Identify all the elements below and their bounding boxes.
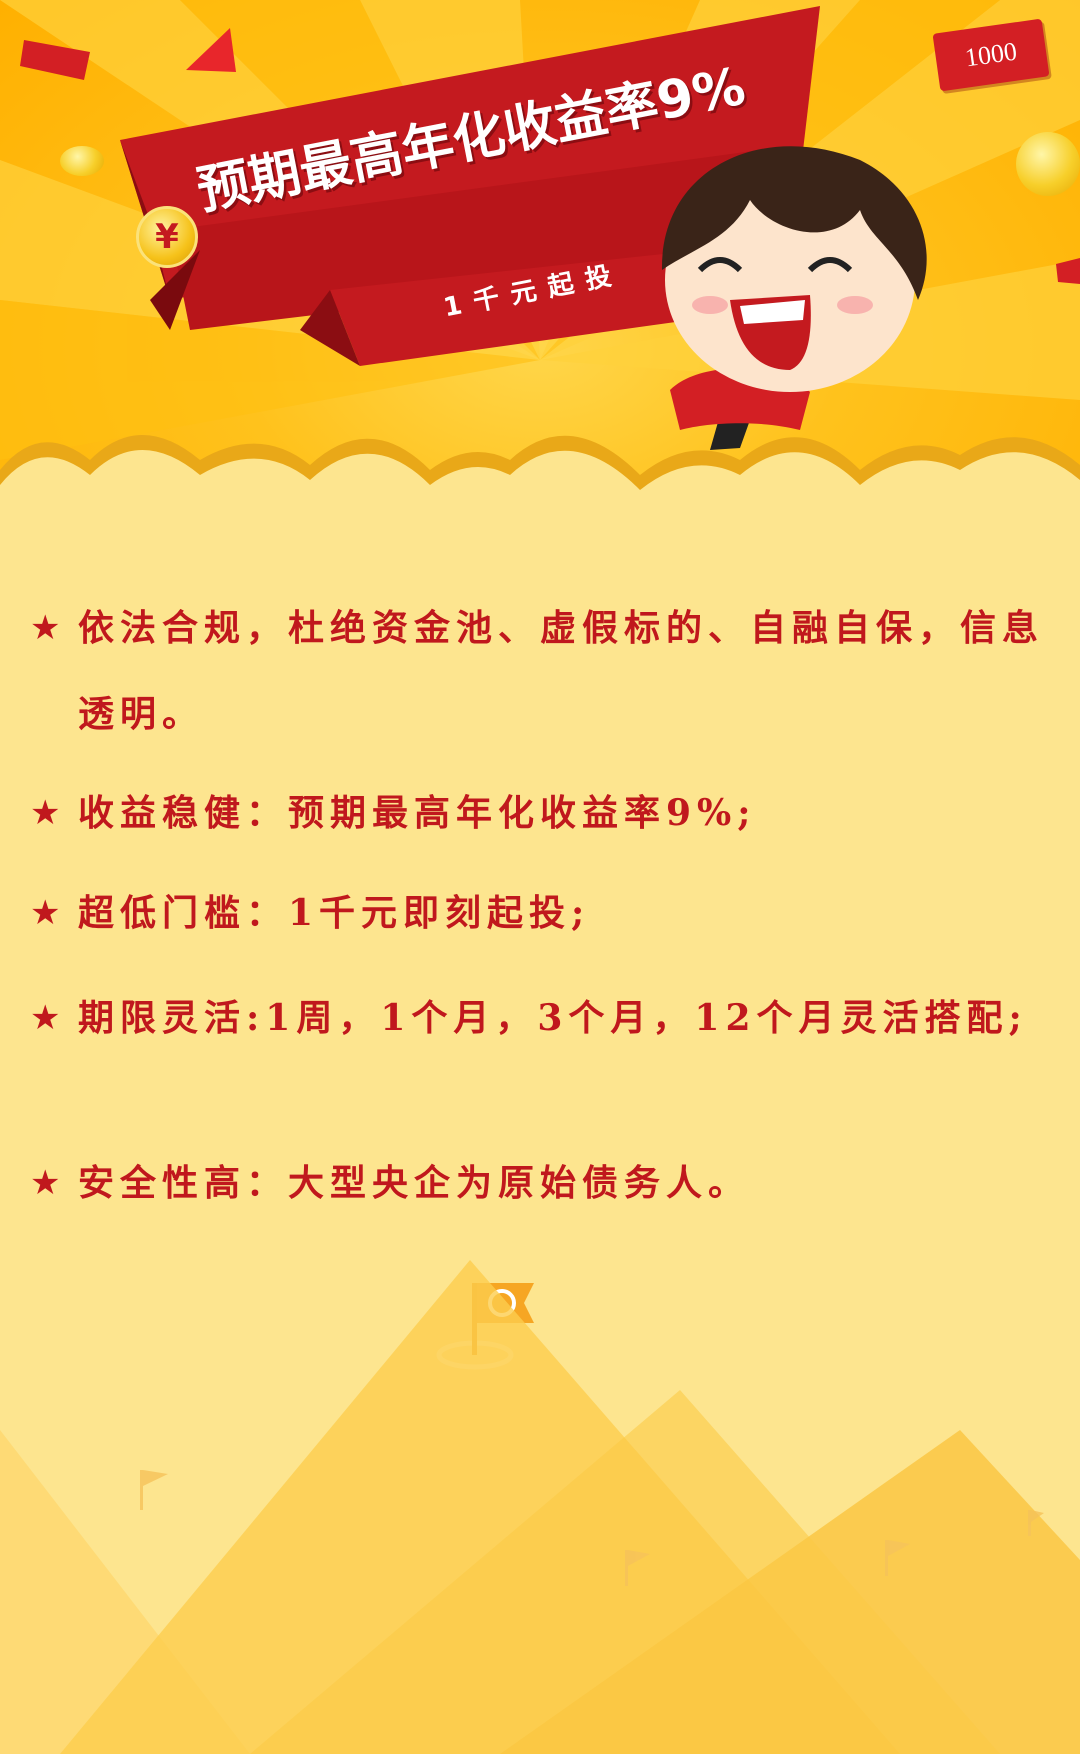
- yen-coin-icon: ¥: [136, 206, 198, 268]
- feature-text: 收益稳健：预期最高年化收益率9%;: [78, 792, 757, 834]
- list-item: ★ 期限灵活:1周，1个月，3个月，12个月灵活搭配;: [30, 975, 1070, 1061]
- mascot-illustration: [661, 146, 927, 450]
- mountain-background: [0, 1260, 1080, 1754]
- header-banner-area: 预期最高年化收益率9% 1千元起投 ¥ 1000: [0, 0, 1080, 560]
- feature-text: 依法合规，杜绝资金池、虚假标的、自融自保，信息透明。: [78, 607, 1045, 735]
- star-icon: ★: [30, 893, 61, 933]
- cloud-band: [0, 435, 1080, 560]
- feature-text: 安全性高：大型央企为原始债务人。: [78, 1162, 751, 1204]
- list-item: ★ 收益稳健：预期最高年化收益率9%;: [30, 770, 1070, 856]
- star-icon: ★: [30, 793, 61, 833]
- list-item: ★ 依法合规，杜绝资金池、虚假标的、自融自保，信息透明。: [30, 585, 1070, 757]
- feature-text: 超低门槛：1千元即刻起投;: [78, 892, 591, 934]
- feature-text: 期限灵活:1周，1个月，3个月，12个月灵活搭配;: [78, 997, 1028, 1039]
- list-item: ★ 超低门槛：1千元即刻起投;: [30, 870, 1070, 956]
- star-icon: ★: [30, 998, 61, 1038]
- star-icon: ★: [30, 608, 61, 648]
- star-icon: ★: [30, 1163, 61, 1203]
- list-item: ★ 安全性高：大型央企为原始债务人。: [30, 1140, 1070, 1226]
